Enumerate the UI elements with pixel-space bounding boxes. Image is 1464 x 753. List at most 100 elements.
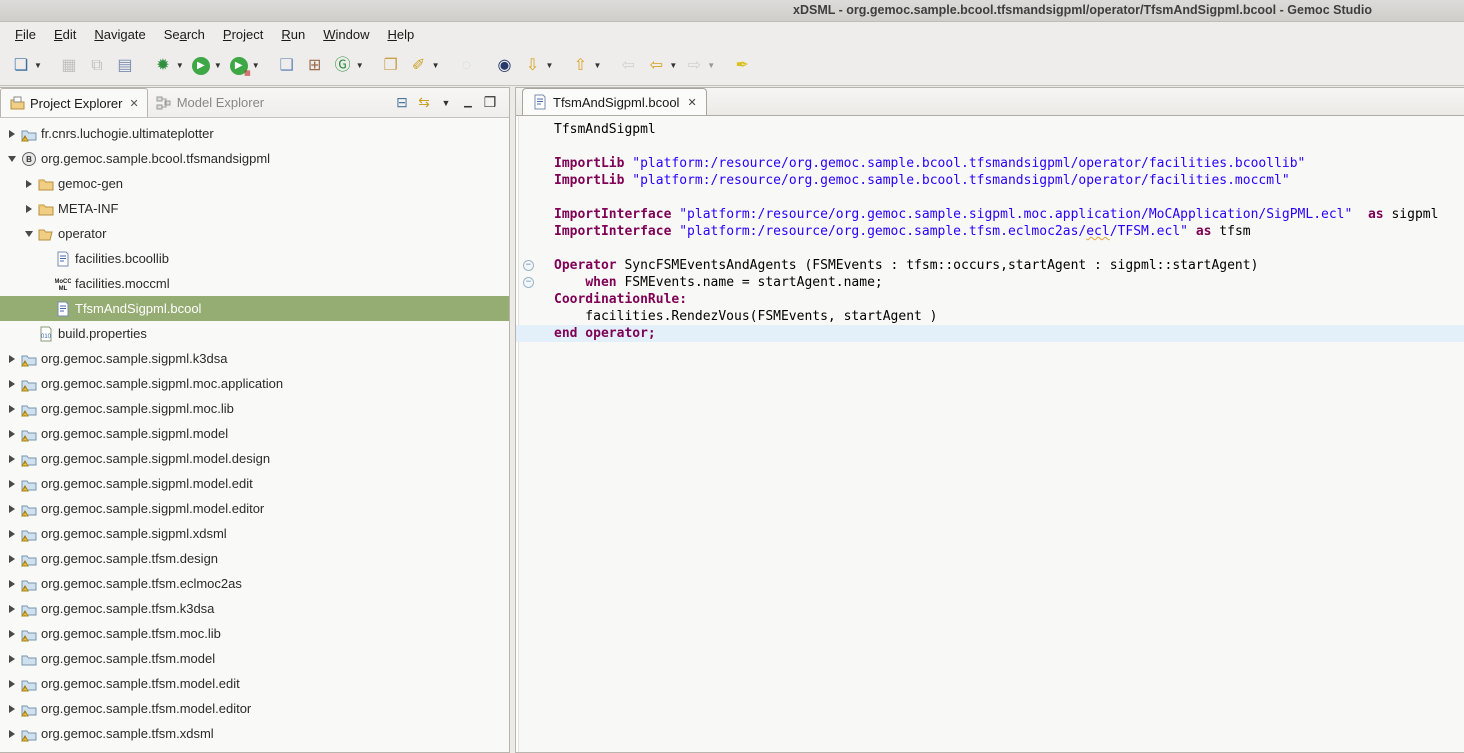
dropdown-arrow-icon[interactable]: ▼: [593, 61, 601, 70]
code-line[interactable]: facilities.RendezVous(FSMEvents, startAg…: [516, 308, 1464, 325]
tree-item[interactable]: !org.gemoc.sample.tfsm.model.editor: [0, 696, 509, 721]
highlighter-button[interactable]: ✒: [729, 53, 755, 79]
tree-expanded-arrow-icon[interactable]: [23, 228, 35, 240]
tree-item[interactable]: MoCCMLfacilities.moccml: [0, 271, 509, 296]
tree-collapsed-arrow-icon[interactable]: [6, 553, 18, 565]
tree-item[interactable]: !org.gemoc.sample.sigpml.moc.application: [0, 371, 509, 396]
dropdown-arrow-icon[interactable]: ▼: [252, 61, 260, 70]
tree-item[interactable]: 010build.properties: [0, 321, 509, 346]
code-line[interactable]: TfsmAndSigpml: [516, 121, 1464, 138]
editor-tab-tfsmandsigpml[interactable]: TfsmAndSigpml.bcool ✕: [522, 88, 707, 115]
print-button[interactable]: ▤: [112, 53, 138, 79]
tree-collapsed-arrow-icon[interactable]: [6, 353, 18, 365]
menu-search[interactable]: Search: [155, 24, 214, 45]
fold-collapse-icon[interactable]: −: [523, 277, 534, 288]
menu-file[interactable]: File: [6, 24, 45, 45]
new-language-project-button[interactable]: ❑: [274, 53, 300, 79]
tree-item[interactable]: !fr.cnrs.luchogie.ultimateplotter: [0, 121, 509, 146]
tree-collapsed-arrow-icon[interactable]: [6, 528, 18, 540]
code-line[interactable]: −Operator SyncFSMEventsAndAgents (FSMEve…: [516, 257, 1464, 274]
tree-collapsed-arrow-icon[interactable]: [6, 728, 18, 740]
view-tab-model-explorer[interactable]: Model Explorer: [148, 88, 272, 117]
browser-button[interactable]: ◉: [492, 53, 518, 79]
code-line[interactable]: ImportLib "platform:/resource/org.gemoc.…: [516, 155, 1464, 172]
code-editor[interactable]: TfsmAndSigpml ImportLib "platform:/resour…: [516, 116, 1464, 752]
new-wizard-button[interactable]: ❏▼: [8, 53, 44, 79]
tree-collapsed-arrow-icon[interactable]: [6, 453, 18, 465]
tree-item[interactable]: !org.gemoc.sample.sigpml.moc.lib: [0, 396, 509, 421]
tree-collapsed-arrow-icon[interactable]: [6, 128, 18, 140]
tree-item[interactable]: TfsmAndSigpml.bcool: [0, 296, 509, 321]
tree-collapsed-arrow-icon[interactable]: [6, 578, 18, 590]
tree-item[interactable]: !org.gemoc.sample.tfsm.xdsml: [0, 721, 509, 746]
dropdown-arrow-icon[interactable]: ▼: [432, 61, 440, 70]
tree-collapsed-arrow-icon[interactable]: [6, 503, 18, 515]
close-icon[interactable]: ✕: [129, 97, 138, 110]
code-line[interactable]: ImportLib "platform:/resource/org.gemoc.…: [516, 172, 1464, 189]
tree-collapsed-arrow-icon[interactable]: [6, 603, 18, 615]
menu-window[interactable]: Window: [314, 24, 378, 45]
link-with-editor-button[interactable]: ⇆: [413, 94, 435, 111]
new-gemoc-project-button[interactable]: Ⓖ▼: [330, 53, 366, 79]
menu-help[interactable]: Help: [378, 24, 423, 45]
tree-expanded-arrow-icon[interactable]: [6, 153, 18, 165]
code-line[interactable]: [516, 189, 1464, 206]
import-list-button[interactable]: ⇩▼: [520, 53, 556, 79]
tree-collapsed-arrow-icon[interactable]: [6, 378, 18, 390]
menu-run[interactable]: Run: [272, 24, 314, 45]
code-line[interactable]: ImportInterface "platform:/resource/org.…: [516, 223, 1464, 240]
tree-item[interactable]: !org.gemoc.sample.sigpml.model: [0, 421, 509, 446]
close-icon[interactable]: ✕: [687, 96, 696, 109]
dropdown-arrow-icon[interactable]: ▼: [34, 61, 42, 70]
tree-item[interactable]: !org.gemoc.sample.tfsm.design: [0, 546, 509, 571]
tree-item[interactable]: !org.gemoc.sample.sigpml.model.edit: [0, 471, 509, 496]
tree-item[interactable]: !org.gemoc.sample.tfsm.moc.lib: [0, 621, 509, 646]
code-line[interactable]: − when FSMEvents.name = startAgent.name;: [516, 274, 1464, 291]
tree-item[interactable]: !org.gemoc.sample.tfsm.model.edit: [0, 671, 509, 696]
code-line[interactable]: ImportInterface "platform:/resource/org.…: [516, 206, 1464, 223]
tree-collapsed-arrow-icon[interactable]: [6, 403, 18, 415]
tree-item[interactable]: !org.gemoc.sample.sigpml.model.design: [0, 446, 509, 471]
run-button[interactable]: ▶▼: [188, 53, 224, 79]
import-project-button[interactable]: ❐: [378, 53, 404, 79]
pen-tool-button[interactable]: ✐▼: [406, 53, 442, 79]
tree-item[interactable]: facilities.bcoollib: [0, 246, 509, 271]
tree-item[interactable]: !org.gemoc.sample.sigpml.xdsml: [0, 521, 509, 546]
view-tab-project-explorer[interactable]: Project Explorer✕: [0, 88, 148, 117]
dropdown-arrow-icon[interactable]: ▼: [707, 61, 715, 70]
fold-collapse-icon[interactable]: −: [523, 260, 534, 271]
tree-collapsed-arrow-icon[interactable]: [6, 628, 18, 640]
view-menu-button[interactable]: ▼: [435, 98, 457, 108]
code-line[interactable]: CoordinationRule:: [516, 291, 1464, 308]
collapse-all-button[interactable]: ⊟: [391, 94, 413, 111]
maximize-view-button[interactable]: ❒: [479, 94, 501, 111]
tree-collapsed-arrow-icon[interactable]: [6, 703, 18, 715]
code-line[interactable]: end operator;: [516, 325, 1464, 342]
tree-collapsed-arrow-icon[interactable]: [23, 203, 35, 215]
new-plugin-project-button[interactable]: ⊞: [302, 53, 328, 79]
dropdown-arrow-icon[interactable]: ▼: [356, 61, 364, 70]
menu-project[interactable]: Project: [214, 24, 272, 45]
tree-collapsed-arrow-icon[interactable]: [6, 428, 18, 440]
code-line[interactable]: [516, 138, 1464, 155]
tree-item[interactable]: !org.gemoc.sample.sigpml.k3dsa: [0, 346, 509, 371]
minimize-view-button[interactable]: ▁: [457, 97, 479, 108]
menu-edit[interactable]: Edit: [45, 24, 85, 45]
tree-collapsed-arrow-icon[interactable]: [6, 678, 18, 690]
tree-collapsed-arrow-icon[interactable]: [6, 478, 18, 490]
tree-collapsed-arrow-icon[interactable]: [23, 178, 35, 190]
dropdown-arrow-icon[interactable]: ▼: [546, 61, 554, 70]
tree-item[interactable]: operator: [0, 221, 509, 246]
back-button[interactable]: ⇦▼: [643, 53, 679, 79]
code-line[interactable]: [516, 240, 1464, 257]
tree-item[interactable]: !org.gemoc.sample.tfsm.eclmoc2as: [0, 571, 509, 596]
tree-item[interactable]: Borg.gemoc.sample.bcool.tfsmandsigpml: [0, 146, 509, 171]
tree-item[interactable]: !org.gemoc.sample.tfsm.k3dsa: [0, 596, 509, 621]
tree-item[interactable]: !org.gemoc.sample.sigpml.model.editor: [0, 496, 509, 521]
debug-button[interactable]: ✹▼: [150, 53, 186, 79]
external-tools-button[interactable]: ▶▦▼: [226, 53, 262, 79]
dropdown-arrow-icon[interactable]: ▼: [176, 61, 184, 70]
dropdown-arrow-icon[interactable]: ▼: [669, 61, 677, 70]
tree-collapsed-arrow-icon[interactable]: [6, 653, 18, 665]
dropdown-arrow-icon[interactable]: ▼: [214, 61, 222, 70]
